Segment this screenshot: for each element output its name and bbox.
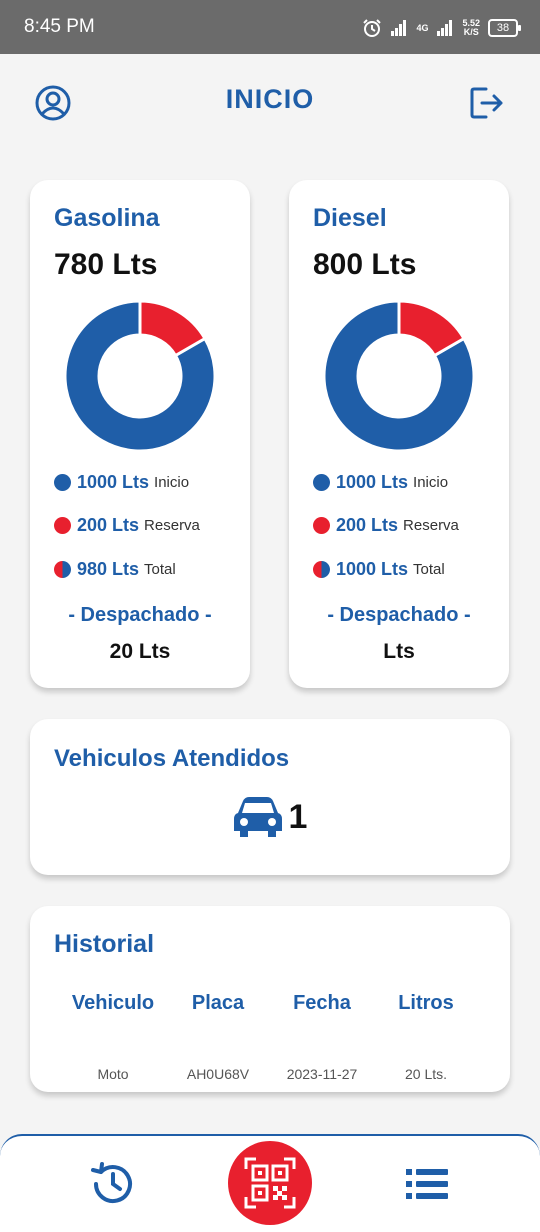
- legend-dot-split: [54, 561, 71, 578]
- legend-value: 200 Lts: [77, 515, 140, 535]
- dispatched-value: Lts: [383, 640, 415, 663]
- list-icon[interactable]: [406, 1167, 448, 1201]
- vehicles-count-row: 1: [30, 795, 510, 839]
- history-card: Historial Vehiculo Placa Fecha Litros Mo…: [30, 906, 510, 1092]
- legend-dot-blue: [313, 474, 330, 491]
- qr-code-icon: [244, 1157, 296, 1209]
- history-cell-placa: AH0U68V: [186, 1066, 250, 1082]
- legend-label: Inicio: [154, 474, 190, 491]
- network-type: 4G: [416, 22, 429, 33]
- history-icon[interactable]: [90, 1161, 136, 1207]
- vehicles-card: Vehiculos Atendidos 1: [30, 719, 510, 875]
- fuel-amount: 800 Lts: [313, 248, 417, 281]
- fuel-amount: 780 Lts: [54, 248, 158, 281]
- legend-dot-split: [313, 561, 330, 578]
- legend-reserva: 200 Lts Reserva: [313, 515, 459, 536]
- history-cell-fecha: 2023-11-27: [286, 1066, 358, 1082]
- history-cell-litros: 20 Lts.: [404, 1066, 448, 1082]
- legend-reserva: 200 Lts Reserva: [54, 515, 200, 536]
- scan-qr-button[interactable]: [228, 1141, 312, 1225]
- fuel-donut-chart: [324, 301, 474, 451]
- legend-value: 1000 Lts: [336, 472, 409, 492]
- car-icon: [233, 797, 282, 837]
- legend-inicio: 1000 Lts Inicio: [313, 472, 448, 493]
- logout-icon[interactable]: [468, 84, 506, 122]
- vehicles-count: 1: [288, 797, 308, 836]
- fuel-title: Diesel: [313, 204, 387, 232]
- legend-label: Total: [413, 561, 445, 578]
- dispatched-label: - Despachado -: [327, 604, 471, 626]
- fuel-card-diesel: Diesel 800 Lts 1000 Lts Inicio 200 Lts R…: [289, 180, 509, 688]
- network-speed: 5.52 K/S: [462, 18, 480, 37]
- vehicles-title: Vehiculos Atendidos: [54, 745, 290, 772]
- legend-inicio: 1000 Lts Inicio: [54, 472, 189, 493]
- history-title: Historial: [54, 930, 155, 958]
- legend-value: 1000 Lts: [336, 559, 409, 579]
- status-icons: 4G 5.52 K/S 38: [362, 13, 521, 43]
- legend-label: Total: [144, 561, 176, 578]
- legend-value: 200 Lts: [336, 515, 399, 535]
- page-title: INICIO: [225, 84, 315, 114]
- legend-label: Reserva: [403, 517, 459, 534]
- history-cell-vehiculo: Moto: [97, 1066, 129, 1082]
- history-col-vehiculo: Vehiculo: [71, 992, 155, 1014]
- legend-label: Reserva: [144, 517, 200, 534]
- fuel-card-gasolina: Gasolina 780 Lts 1000 Lts Inicio 200 Lts…: [30, 180, 250, 688]
- legend-value: 980 Lts: [77, 559, 140, 579]
- history-col-placa: Placa: [191, 992, 245, 1014]
- status-time: 8:45 PM: [24, 16, 95, 37]
- legend-dot-red: [54, 517, 71, 534]
- alarm-icon: [363, 19, 382, 37]
- history-col-litros: Litros: [398, 992, 454, 1014]
- legend-dot-red: [313, 517, 330, 534]
- fuel-title: Gasolina: [54, 204, 160, 232]
- battery-indicator: 38: [488, 19, 521, 37]
- status-bar: 8:45 PM 4G 5.52 K/S 38: [0, 0, 540, 54]
- legend-label: Inicio: [413, 474, 449, 491]
- fuel-donut-chart: [65, 301, 215, 451]
- history-col-fecha: Fecha: [293, 992, 351, 1014]
- dispatched-value: 20 Lts: [109, 640, 171, 663]
- legend-value: 1000 Lts: [77, 472, 150, 492]
- signal-icon: [391, 20, 407, 36]
- legend-total: 980 Lts Total: [54, 559, 176, 580]
- legend-dot-blue: [54, 474, 71, 491]
- dispatched-label: - Despachado -: [68, 604, 212, 626]
- legend-total: 1000 Lts Total: [313, 559, 445, 580]
- signal-icon-2: [437, 20, 453, 36]
